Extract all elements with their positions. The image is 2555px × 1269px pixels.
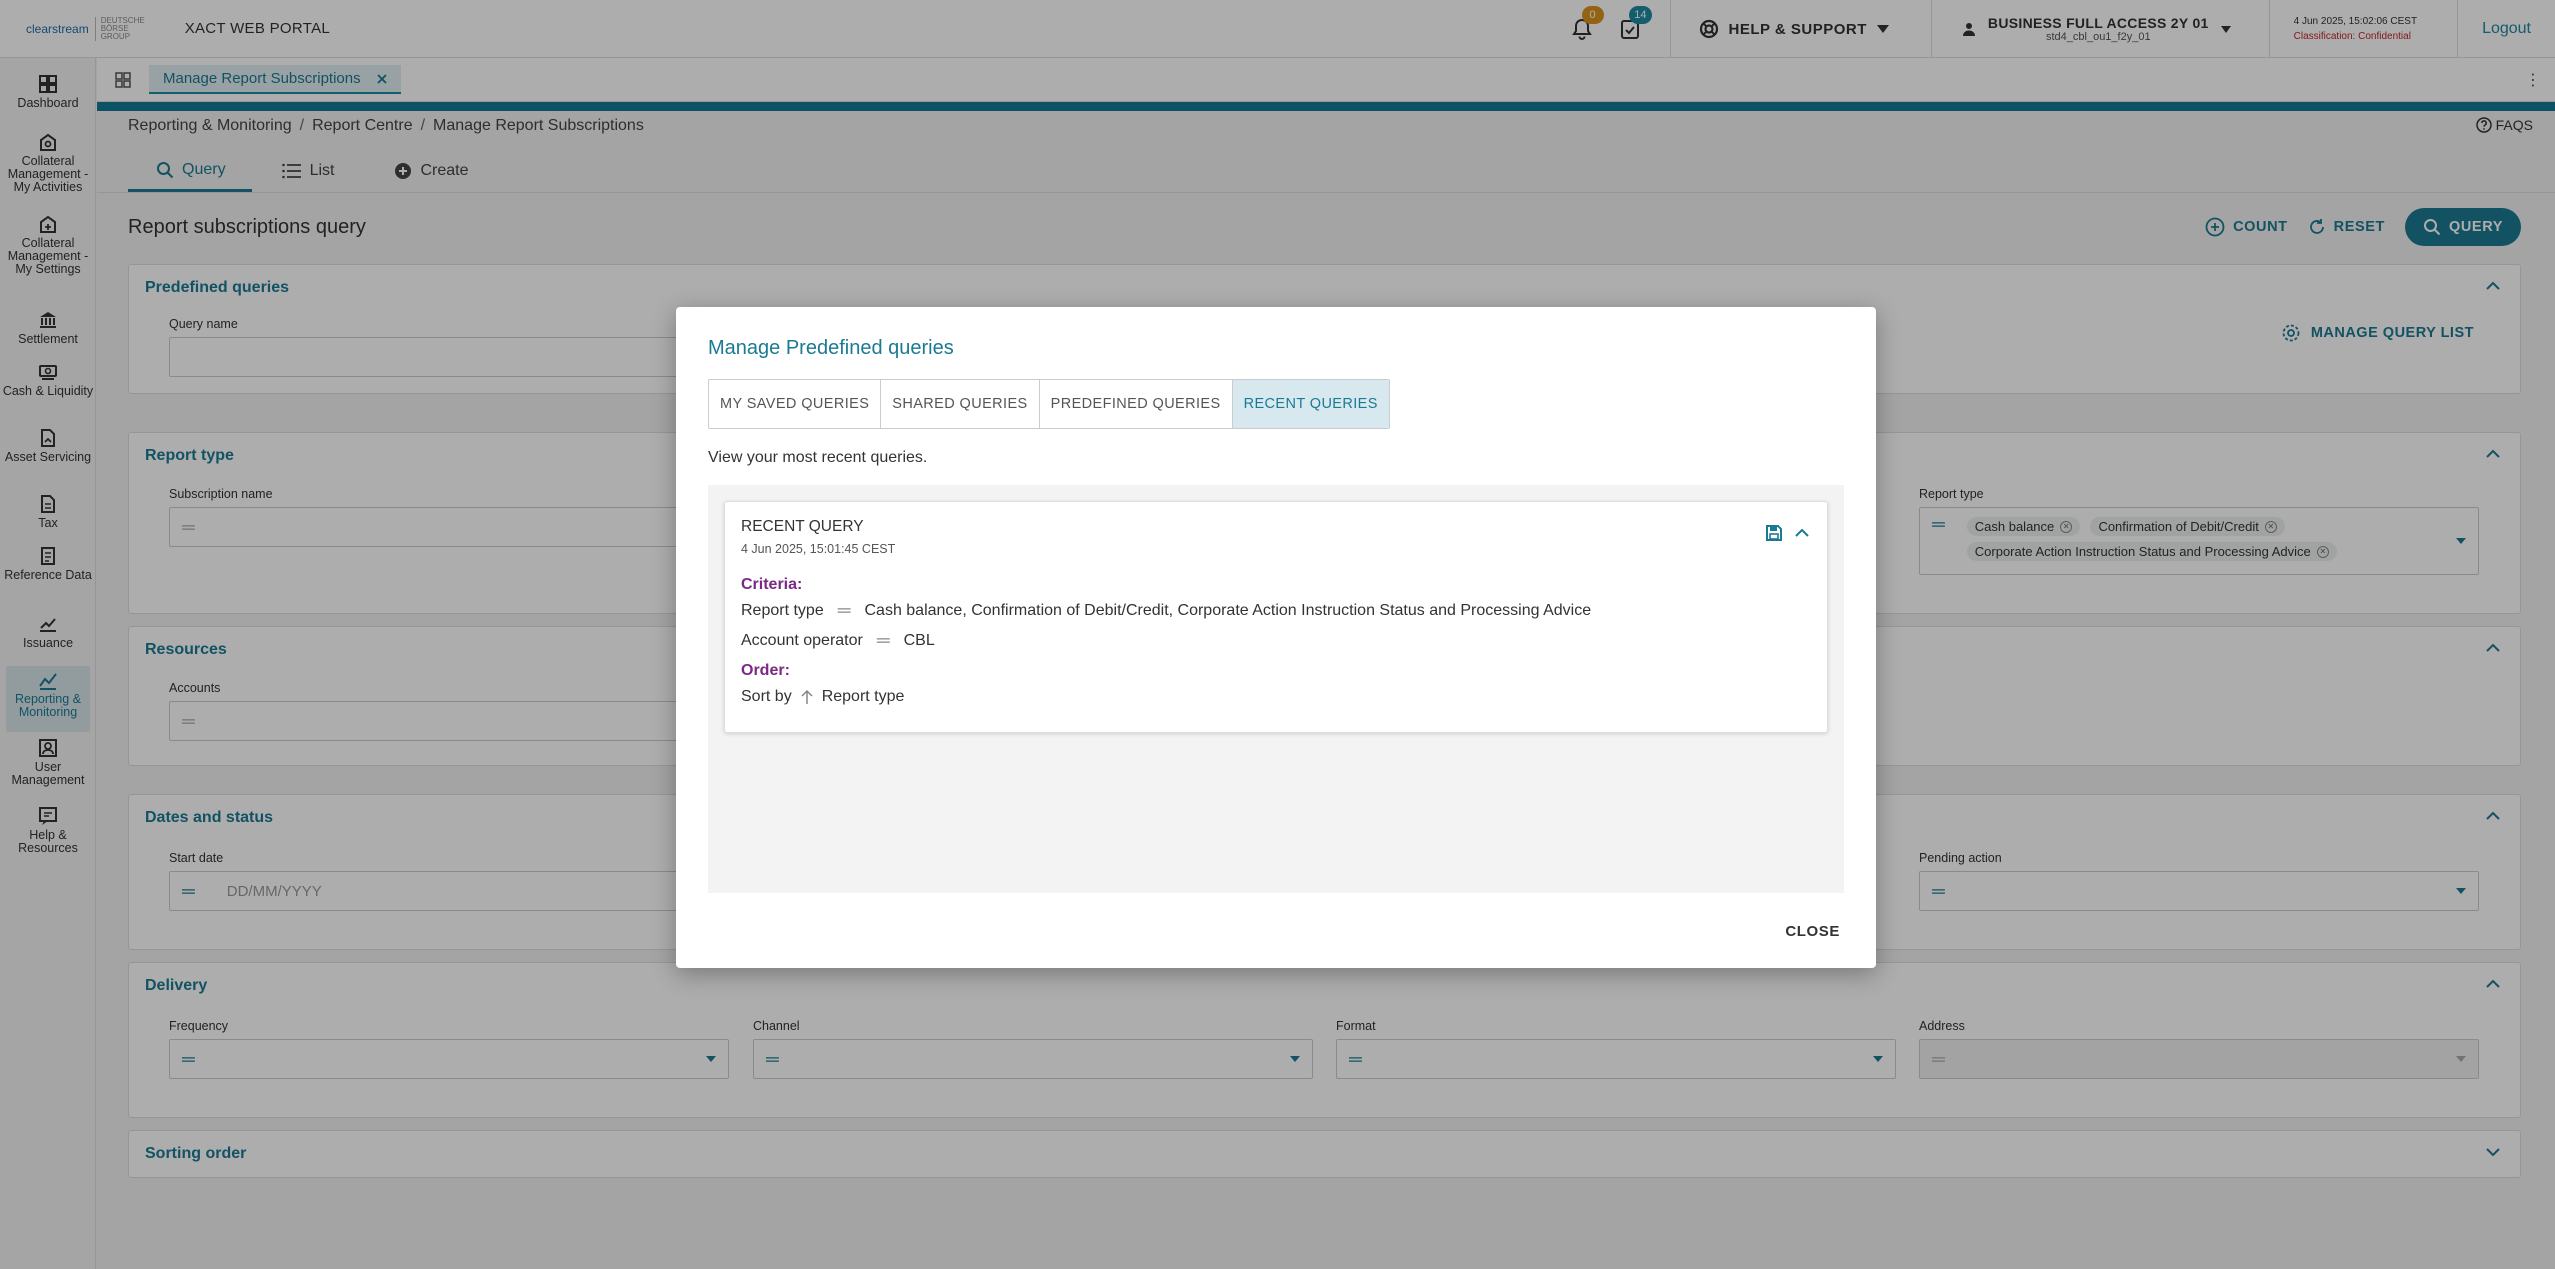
sort-row: Sort by Report type (741, 688, 904, 706)
criteria-row: Account operator ═ CBL (741, 630, 935, 651)
dialog-title: Manage Predefined queries (708, 337, 954, 359)
tab-predefined-queries[interactable]: PREDEFINED QUERIES (1040, 380, 1233, 428)
sort-label: Sort by (741, 688, 792, 705)
dialog-description: View your most recent queries. (708, 449, 928, 466)
tab-recent-queries[interactable]: RECENT QUERIES (1232, 380, 1389, 428)
criteria-row: Report type ═ Cash balance, Confirmation… (741, 600, 1591, 621)
criteria-field: Account operator (741, 631, 863, 649)
chevron-up-icon[interactable] (1795, 528, 1809, 538)
close-button[interactable]: CLOSE (1785, 923, 1840, 940)
arrow-up-icon (801, 689, 813, 704)
criteria-value: CBL (903, 631, 935, 649)
sort-value: Report type (821, 688, 905, 705)
tab-shared-queries[interactable]: SHARED QUERIES (881, 380, 1040, 428)
query-title: RECENT QUERY (741, 518, 864, 535)
query-date: 4 Jun 2025, 15:01:45 CEST (741, 542, 896, 556)
manage-predefined-queries-dialog: Manage Predefined queries MY SAVED QUERI… (676, 307, 1876, 968)
recent-query-card[interactable]: RECENT QUERY 4 Jun 2025, 15:01:45 CEST C… (724, 501, 1828, 733)
tab-my-saved-queries[interactable]: MY SAVED QUERIES (709, 380, 882, 428)
equals-icon: ═ (837, 600, 851, 620)
equals-icon: ═ (876, 630, 890, 650)
save-icon[interactable] (1765, 524, 1783, 542)
criteria-heading: Criteria: (741, 576, 803, 593)
criteria-value: Cash balance, Confirmation of Debit/Cred… (864, 601, 1592, 619)
query-category-tabs: MY SAVED QUERIES SHARED QUERIES PREDEFIN… (708, 379, 1390, 429)
order-heading: Order: (741, 662, 790, 679)
criteria-field: Report type (741, 601, 824, 619)
query-list-area: RECENT QUERY 4 Jun 2025, 15:01:45 CEST C… (708, 485, 1844, 893)
